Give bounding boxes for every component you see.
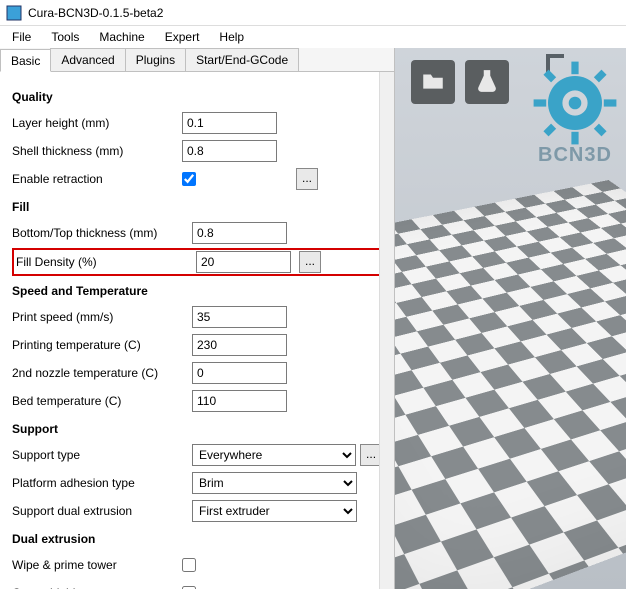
menu-help[interactable]: Help (211, 28, 252, 46)
app-icon (6, 5, 22, 21)
input-bottom-top-thickness[interactable] (192, 222, 287, 244)
gear-icon (530, 58, 620, 148)
menu-expert[interactable]: Expert (157, 28, 208, 46)
brand-text: BCN3D (490, 144, 626, 167)
label-bottom-top-thickness: Bottom/Top thickness (mm) (12, 226, 192, 240)
input-print-speed[interactable] (192, 306, 287, 328)
input-bed-temp[interactable] (192, 390, 287, 412)
section-quality: Quality (12, 90, 382, 104)
menubar: File Tools Machine Expert Help (0, 26, 626, 48)
label-bed-temp: Bed temperature (C) (12, 394, 192, 408)
settings-tabs: Basic Advanced Plugins Start/End-GCode (0, 48, 394, 72)
label-wipe-tower: Wipe & prime tower (12, 558, 182, 572)
panel-scrollbar[interactable] (379, 72, 394, 589)
input-shell-thickness[interactable] (182, 140, 277, 162)
build-plate (395, 180, 626, 589)
tab-basic[interactable]: Basic (0, 49, 51, 72)
settings-panel: Basic Advanced Plugins Start/End-GCode Q… (0, 48, 395, 589)
label-shell-thickness: Shell thickness (mm) (12, 144, 182, 158)
tab-advanced[interactable]: Advanced (50, 48, 125, 71)
section-speed-temp: Speed and Temperature (12, 284, 382, 298)
window-title: Cura-BCN3D-0.1.5-beta2 (28, 6, 163, 20)
input-layer-height[interactable] (182, 112, 277, 134)
label-print-temp: Printing temperature (C) (12, 338, 192, 352)
label-layer-height: Layer height (mm) (12, 116, 182, 130)
retraction-settings-button[interactable]: ... (296, 168, 318, 190)
tab-plugins[interactable]: Plugins (125, 48, 186, 71)
input-nozzle2-temp[interactable] (192, 362, 287, 384)
fill-settings-button[interactable]: ... (299, 251, 321, 273)
input-fill-density[interactable] (196, 251, 291, 273)
main-area: Basic Advanced Plugins Start/End-GCode Q… (0, 48, 626, 589)
label-nozzle2-temp: 2nd nozzle temperature (C) (12, 366, 192, 380)
label-support-type: Support type (12, 448, 192, 462)
section-fill: Fill (12, 200, 382, 214)
titlebar: Cura-BCN3D-0.1.5-beta2 (0, 0, 626, 26)
select-platform-adhesion[interactable]: Brim (192, 472, 357, 494)
viewport-3d[interactable]: BCN3D (395, 48, 626, 589)
label-fill-density: Fill Density (%) (16, 255, 196, 269)
brand-logo: BCN3D (490, 58, 626, 167)
label-print-speed: Print speed (mm/s) (12, 310, 192, 324)
menu-file[interactable]: File (4, 28, 39, 46)
select-support-dual[interactable]: First extruder (192, 500, 357, 522)
select-support-type[interactable]: Everywhere (192, 444, 356, 466)
section-support: Support (12, 422, 382, 436)
checkbox-enable-retraction[interactable] (182, 172, 196, 186)
label-platform-adhesion: Platform adhesion type (12, 476, 192, 490)
label-support-dual: Support dual extrusion (12, 504, 192, 518)
section-dual: Dual extrusion (12, 532, 382, 546)
label-enable-retraction: Enable retraction (12, 172, 182, 186)
basic-panel: Quality Layer height (mm) Shell thicknes… (0, 72, 394, 589)
folder-icon (420, 68, 446, 97)
load-model-button[interactable] (411, 60, 455, 104)
menu-tools[interactable]: Tools (43, 28, 87, 46)
input-print-temp[interactable] (192, 334, 287, 356)
tab-start-end-gcode[interactable]: Start/End-GCode (185, 48, 299, 71)
checkbox-wipe-tower[interactable] (182, 558, 196, 572)
menu-machine[interactable]: Machine (91, 28, 152, 46)
